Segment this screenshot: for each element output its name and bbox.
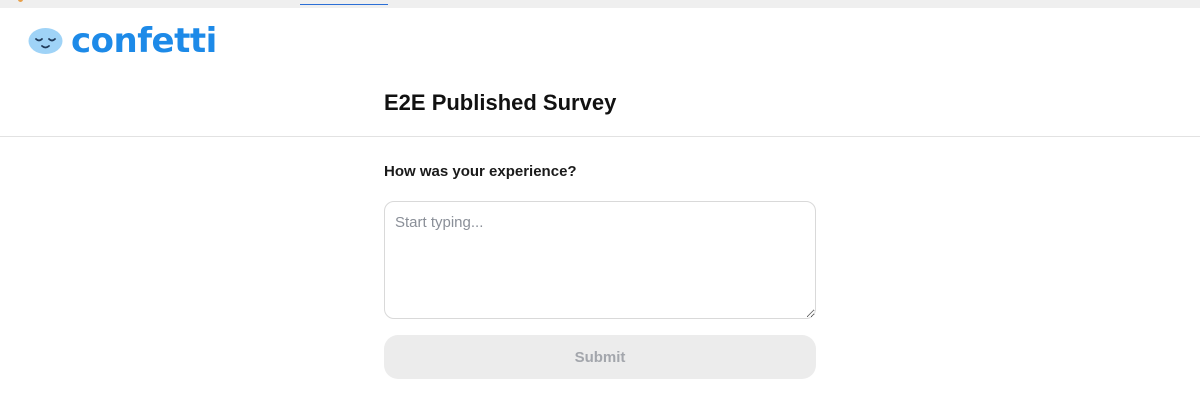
submit-button[interactable]: Submit: [384, 335, 816, 379]
notice-icon: [18, 0, 23, 2]
confetti-logo[interactable]: confetti: [28, 22, 217, 60]
notice-link[interactable]: [300, 4, 388, 5]
logo-wordmark: confetti: [71, 21, 217, 61]
answer-textarea[interactable]: [384, 201, 816, 319]
browser-notice-bar: [0, 0, 1200, 8]
question-label: How was your experience?: [384, 163, 577, 180]
header-divider: [0, 136, 1200, 137]
sleepy-face-icon: [28, 28, 63, 54]
survey-title: E2E Published Survey: [384, 90, 617, 115]
